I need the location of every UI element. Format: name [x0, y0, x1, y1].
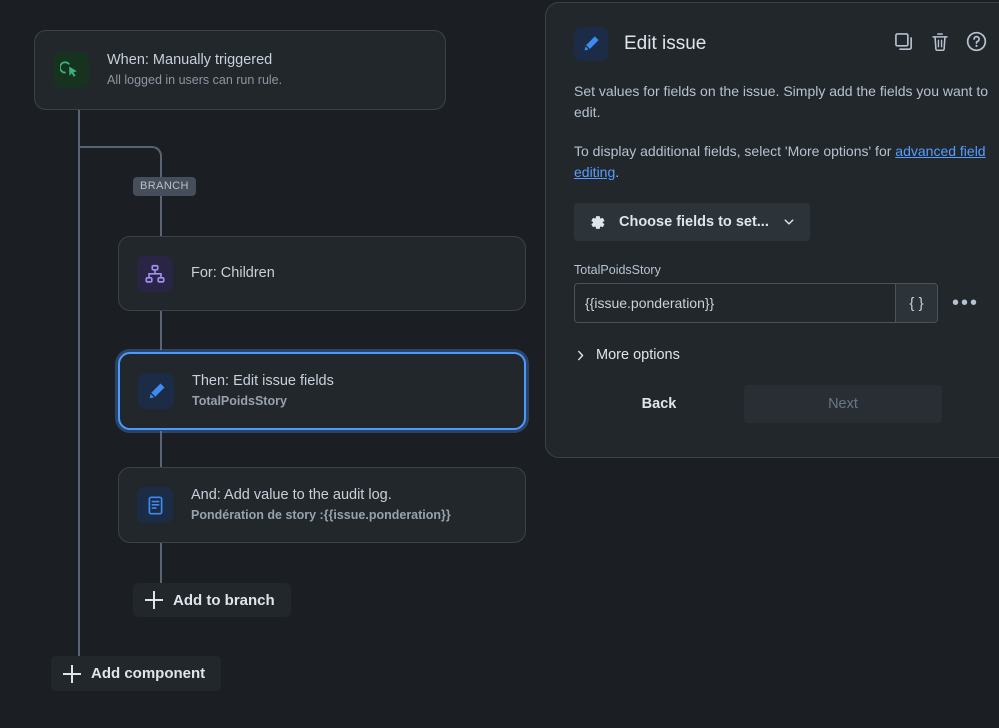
- plus-icon: [145, 591, 163, 609]
- field-row: { } •••: [574, 283, 988, 323]
- trigger-card-text: When: Manually triggered All logged in u…: [107, 51, 282, 89]
- panel-description-2: To display additional fields, select 'Mo…: [574, 141, 988, 183]
- more-options-toggle[interactable]: More options: [574, 347, 988, 363]
- connector-for-to-edit: [160, 311, 162, 350]
- back-button[interactable]: Back: [574, 385, 744, 423]
- add-component-label: Add component: [91, 665, 206, 682]
- hierarchy-icon: [137, 255, 173, 292]
- node-card-audit-log[interactable]: And: Add value to the audit log. Pondéra…: [118, 467, 526, 543]
- field-label-totalpoidsstory: TotalPoidsStory: [574, 263, 661, 277]
- trigger-title: When: Manually triggered: [107, 52, 273, 68]
- choose-fields-label: Choose fields to set...: [619, 214, 769, 230]
- rule-canvas: When: Manually triggered All logged in u…: [0, 0, 545, 728]
- audit-log-icon: [137, 487, 173, 523]
- plus-icon: [63, 664, 81, 683]
- field-input-wrapper: { }: [574, 283, 938, 323]
- edit-issue-config-panel: Edit issue Set values for fields on the …: [545, 2, 999, 458]
- chevron-down-icon: [782, 215, 796, 229]
- edit-issue-fields-text: Then: Edit issue fields TotalPoidsStory: [192, 372, 334, 410]
- totalpoidsstory-input[interactable]: [575, 284, 895, 322]
- for-children-title: For: Children: [191, 265, 275, 281]
- chevron-right-icon: [574, 349, 587, 362]
- smart-values-braces-button[interactable]: { }: [895, 284, 937, 322]
- connector-main-spine: [78, 146, 80, 656]
- node-card-edit-issue-fields[interactable]: Then: Edit issue fields TotalPoidsStory: [118, 352, 526, 430]
- edit-issue-fields-title: Then: Edit issue fields: [192, 373, 334, 389]
- panel-description-2-suffix: .: [615, 164, 620, 180]
- cursor-click-icon: [53, 52, 89, 88]
- panel-description-2-prefix: To display additional fields, select 'Mo…: [574, 143, 896, 159]
- add-to-branch-label: Add to branch: [173, 591, 275, 609]
- pencil-icon: [574, 27, 608, 61]
- branch-chip: BRANCH: [133, 177, 196, 196]
- pencil-icon: [138, 373, 174, 409]
- duplicate-icon[interactable]: [893, 31, 915, 58]
- more-options-label: More options: [596, 347, 680, 363]
- edit-issue-fields-subtitle: TotalPoidsStory: [192, 394, 287, 408]
- node-card-for-children[interactable]: For: Children: [118, 236, 526, 311]
- audit-log-title: And: Add value to the audit log.: [191, 487, 392, 503]
- field-more-menu-button[interactable]: •••: [952, 293, 979, 313]
- audit-log-text: And: Add value to the audit log. Pondéra…: [191, 486, 451, 524]
- panel-title: Edit issue: [624, 33, 707, 54]
- panel-actions: Back Next: [574, 385, 988, 423]
- next-button[interactable]: Next: [744, 385, 942, 423]
- panel-header-actions: [893, 30, 988, 58]
- panel-header: Edit issue: [574, 25, 988, 63]
- choose-fields-dropdown[interactable]: Choose fields to set...: [574, 203, 810, 241]
- help-icon[interactable]: [965, 30, 988, 58]
- trash-icon[interactable]: [929, 31, 951, 58]
- connector-audit-to-add: [160, 543, 162, 583]
- connector-edit-to-audit: [160, 431, 162, 467]
- panel-description-1: Set values for fields on the issue. Simp…: [574, 83, 989, 120]
- automation-rule-editor: When: Manually triggered All logged in u…: [0, 0, 999, 728]
- add-to-branch-button[interactable]: Add to branch: [133, 583, 291, 617]
- trigger-subtitle: All logged in users can run rule.: [107, 73, 283, 87]
- audit-log-subtitle: Pondération de story :{{issue.ponderatio…: [191, 508, 451, 522]
- add-component-button[interactable]: Add component: [51, 656, 222, 691]
- gear-icon: [588, 213, 607, 232]
- connector-trigger-down: [78, 110, 80, 146]
- trigger-card[interactable]: When: Manually triggered All logged in u…: [34, 30, 446, 110]
- for-children-text: For: Children: [191, 264, 275, 283]
